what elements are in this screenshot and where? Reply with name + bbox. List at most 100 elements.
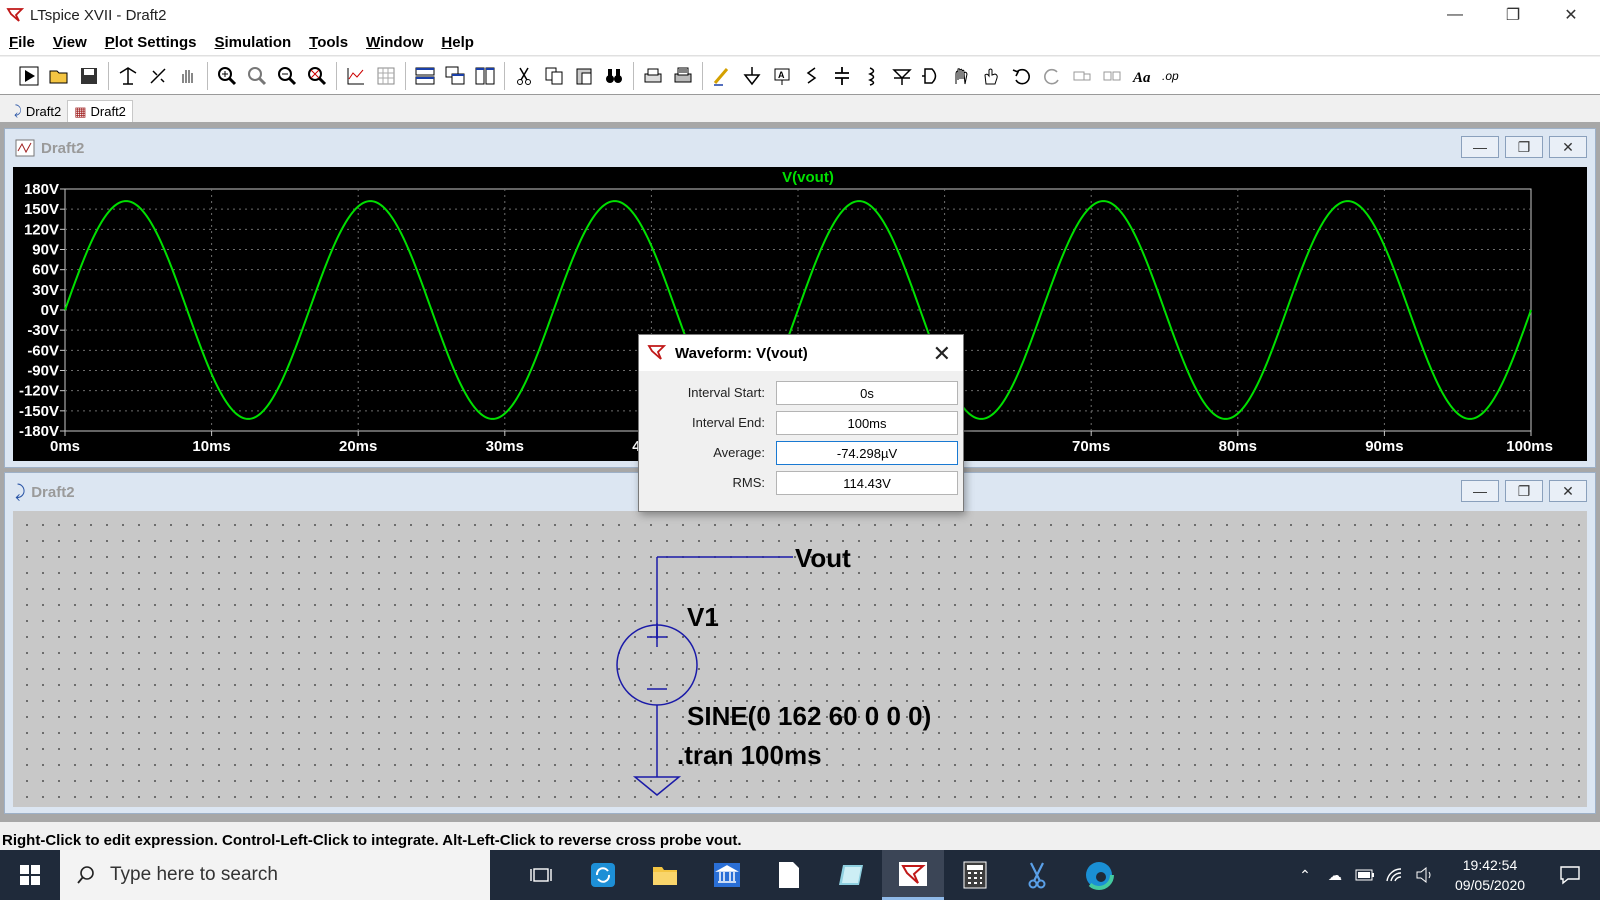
windows-taskbar: Type here to search ⌃ ☁ 19:42:54 09/05/2… (0, 850, 1600, 900)
chevron-up-icon[interactable]: ⌃ (1290, 850, 1320, 900)
text-icon[interactable]: Aa (1127, 61, 1157, 91)
rotate-icon[interactable] (1067, 61, 1097, 91)
plot-close-button[interactable]: ✕ (1549, 136, 1587, 158)
spice-directive-icon[interactable]: .op (1157, 61, 1187, 91)
inductor-icon[interactable] (857, 61, 887, 91)
menu-simulation[interactable]: Simulation (205, 34, 300, 51)
undo-icon[interactable] (1007, 61, 1037, 91)
dialog-close-button[interactable]: ✕ (933, 341, 951, 367)
y-tick-label: 60V (32, 262, 59, 279)
toolbar-separator (702, 61, 703, 90)
interval-start-field[interactable]: 0s (776, 381, 958, 405)
plot-minimize-button[interactable]: — (1461, 136, 1499, 158)
drag-icon[interactable] (977, 61, 1007, 91)
toolbar-separator (108, 61, 109, 90)
print-setup-icon[interactable] (668, 61, 698, 91)
notification-center-icon[interactable] (1540, 850, 1600, 900)
bank-app-icon[interactable] (696, 850, 758, 900)
mirror-icon[interactable] (1097, 61, 1127, 91)
spice-directive-text[interactable]: .tran 100ms (677, 740, 822, 770)
dialog-titlebar[interactable]: Waveform: V(vout) ✕ (639, 335, 963, 371)
start-button[interactable] (0, 850, 60, 900)
diode-icon[interactable] (887, 61, 917, 91)
notes-app-icon[interactable] (820, 850, 882, 900)
rms-label: RMS: (732, 475, 766, 490)
schematic-canvas[interactable]: Vout V1 SINE(0 162 60 0 0 0) .tran 100ms (13, 511, 1587, 807)
resistor-icon[interactable] (797, 61, 827, 91)
source-name-label[interactable]: V1 (687, 602, 719, 632)
y-tick-label: -90V (27, 363, 59, 380)
battery-icon[interactable] (1350, 850, 1380, 900)
plot-window-titlebar[interactable]: Draft2 — ❐ ✕ (5, 129, 1595, 167)
file-explorer-icon[interactable] (634, 850, 696, 900)
edge-browser-icon[interactable] (1068, 850, 1130, 900)
taskbar-clock[interactable]: 19:42:54 09/05/2020 (1440, 855, 1540, 895)
document-app-icon[interactable] (758, 850, 820, 900)
average-field[interactable]: -74.298µV (776, 441, 958, 465)
autorange-icon[interactable] (341, 61, 371, 91)
close-button[interactable]: ✕ (1542, 0, 1600, 30)
schematic-minimize-button[interactable]: — (1461, 480, 1499, 502)
ground-icon[interactable] (737, 61, 767, 91)
halt-icon[interactable] (143, 61, 173, 91)
tile-horizontal-icon[interactable] (410, 61, 440, 91)
zoom-out-icon[interactable] (272, 61, 302, 91)
copy-icon[interactable] (539, 61, 569, 91)
menu-view[interactable]: View (44, 34, 96, 51)
menu-tools[interactable]: Tools (300, 34, 357, 51)
tab-schematic[interactable]: ⤸ Draft2 (8, 100, 67, 122)
open-icon[interactable] (44, 61, 74, 91)
capacitor-icon[interactable] (827, 61, 857, 91)
sync-app-icon[interactable] (572, 850, 634, 900)
print-icon[interactable] (638, 61, 668, 91)
tab-waveform[interactable]: ▦ Draft2 (67, 100, 133, 122)
onedrive-cloud-icon[interactable]: ☁ (1320, 850, 1350, 900)
snipping-tool-icon[interactable] (1006, 850, 1068, 900)
tab-label: Draft2 (25, 103, 62, 119)
zoom-fit-icon[interactable] (302, 61, 332, 91)
task-view-icon[interactable] (510, 850, 572, 900)
tile-vertical-icon[interactable] (470, 61, 500, 91)
zoom-in-icon[interactable] (212, 61, 242, 91)
dialog-title: Waveform: V(vout) (675, 344, 808, 362)
rms-field[interactable]: 114.43V (776, 471, 958, 495)
pan-icon[interactable] (173, 61, 203, 91)
taskbar-search-box[interactable]: Type here to search (60, 850, 490, 900)
plot-maximize-button[interactable]: ❐ (1505, 136, 1543, 158)
label-icon[interactable]: A (767, 61, 797, 91)
search-icon (77, 866, 94, 884)
volume-icon[interactable] (1410, 850, 1440, 900)
cascade-icon[interactable] (440, 61, 470, 91)
run-icon[interactable] (14, 61, 44, 91)
svg-text:Aa: Aa (1132, 70, 1151, 86)
paste-icon[interactable] (569, 61, 599, 91)
grid-icon[interactable] (371, 61, 401, 91)
menu-file[interactable]: File (0, 34, 44, 51)
schematic-maximize-button[interactable]: ❐ (1505, 480, 1543, 502)
wire-icon[interactable] (707, 61, 737, 91)
interval-end-field[interactable]: 100ms (776, 411, 958, 435)
source-value-label[interactable]: SINE(0 162 60 0 0 0) (687, 701, 931, 731)
cut-icon[interactable] (509, 61, 539, 91)
component-icon[interactable] (917, 61, 947, 91)
net-label-vout[interactable]: Vout (795, 543, 851, 573)
control-panel-icon[interactable] (113, 61, 143, 91)
wifi-icon[interactable] (1380, 850, 1410, 900)
svg-text:A: A (778, 70, 785, 80)
menu-help[interactable]: Help (432, 34, 483, 51)
schematic-drawing[interactable]: Vout V1 SINE(0 162 60 0 0 0) .tran 100ms (13, 511, 1587, 807)
restore-button[interactable]: ❐ (1484, 0, 1542, 30)
menu-window[interactable]: Window (357, 34, 432, 51)
redo-icon[interactable] (1037, 61, 1067, 91)
zoom-area-icon[interactable] (242, 61, 272, 91)
schematic-close-button[interactable]: ✕ (1549, 480, 1587, 502)
move-icon[interactable] (947, 61, 977, 91)
ground-symbol[interactable] (632, 776, 682, 796)
save-icon[interactable] (74, 61, 104, 91)
calculator-icon[interactable] (944, 850, 1006, 900)
menu-plot-settings[interactable]: Plot Settings (96, 34, 206, 51)
find-icon[interactable] (599, 61, 629, 91)
minimize-button[interactable]: — (1426, 0, 1484, 30)
ltspice-taskbar-icon[interactable] (882, 850, 944, 900)
windows-logo-icon (20, 865, 40, 885)
